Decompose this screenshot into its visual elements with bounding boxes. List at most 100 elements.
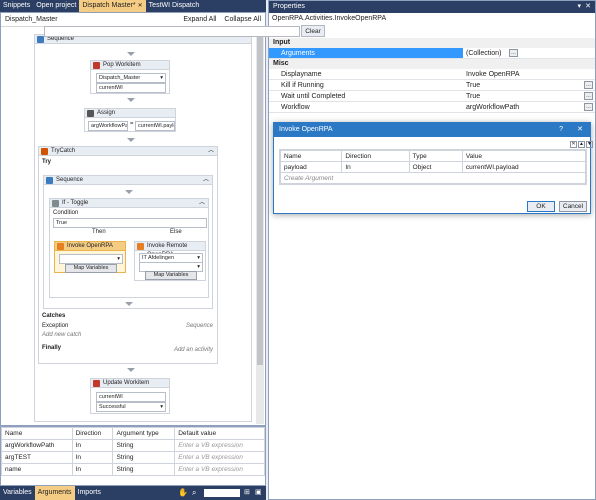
assign-value-input[interactable]: currentWI.payload [135,121,175,131]
assign-to-input[interactable]: argWorkflowPath [88,121,128,131]
inner-sequence-activity[interactable]: Sequence ︿ If - Toggle ︿ Condition True Th… [43,175,213,309]
invoke-openrpa-activity[interactable]: Invoke OpenRPA ▾ Map Variables [54,241,126,273]
tab-variables[interactable]: Variables [0,486,35,500]
property-wait-until-completed[interactable]: Wait until Completed True… [269,91,595,102]
map-variables-button[interactable]: Map Variables [145,271,197,280]
catch-exception[interactable]: Exception [42,323,68,329]
clear-button[interactable]: Clear [301,25,325,37]
drop-arrow-icon[interactable] [127,138,135,142]
drop-arrow-icon[interactable] [127,368,135,372]
ellipsis-button[interactable]: … [584,103,593,111]
invoke-remote-openrpa-activity[interactable]: Invoke Remote OpenRPA IT Afdelingen▾ ▾ M… [134,241,206,281]
close-icon[interactable]: ✕ [577,123,583,137]
workitem-icon [93,380,100,387]
property-workflow[interactable]: Workflow argWorkflowPath… [269,102,595,113]
help-icon[interactable]: ? [559,123,563,137]
zoom-icon[interactable]: ⌕ [192,488,196,498]
catches-label: Catches [42,313,66,319]
condition-label: Condition [53,210,79,216]
col-direction[interactable]: Direction [341,150,410,162]
col-argument-type[interactable]: Argument type [112,427,176,440]
breadcrumb: Dispatch_Master [5,16,58,23]
arguments-panel: Name Direction Argument type Default val… [0,426,266,486]
col-default-value[interactable]: Default value [174,427,265,440]
designer-scrollbar[interactable] [256,27,264,424]
add-catch-link[interactable]: Add new catch [42,332,81,338]
table-row[interactable]: name In String Enter a VB expression [1,463,265,476]
ellipsis-button[interactable]: … [509,49,518,57]
close-icon[interactable]: ✕ [585,1,591,13]
trycatch-activity[interactable]: TryCatch ︿ Try Sequence ︿ If - Toggle ︿ Con… [38,146,218,364]
drop-arrow-icon[interactable] [125,302,133,306]
tab-dispatch-master[interactable]: Dispatch Master* ✕ [79,0,146,12]
chevron-down-icon: ▾ [160,75,163,81]
table-row[interactable]: argTEST In String Enter a VB expression [1,451,265,464]
ok-button[interactable]: OK [527,201,555,212]
properties-title: Properties ▾ ✕ [269,1,595,13]
zoom-select[interactable] [204,489,240,497]
properties-panel: Properties ▾ ✕ OpenRPA.Activities.Invoke… [268,0,596,500]
assign-icon [87,110,94,117]
ellipsis-button[interactable]: … [584,92,593,100]
add-activity-link[interactable]: Add an activity [174,347,213,353]
assign-activity[interactable]: Assign argWorkflowPath = currentWI.paylo… [84,108,176,132]
move-down-icon[interactable]: ▼ [586,141,593,148]
drop-arrow-icon[interactable] [127,52,135,56]
property-search-input[interactable] [44,26,300,37]
status-select[interactable]: Successful ▾ [96,402,166,412]
close-icon[interactable]: ✕ [138,3,143,9]
trycatch-icon [41,148,48,155]
chevron-up-icon[interactable]: ︿ [199,199,205,208]
col-type[interactable]: Type [408,150,463,162]
delete-icon[interactable]: ✕ [570,141,577,148]
fit-icon[interactable]: ⊞ [244,488,250,496]
tab-testwi-dispatch[interactable]: TestWI Dispatch [146,0,203,12]
col-name[interactable]: Name [279,150,343,162]
property-kill-if-running[interactable]: Kill if Running True… [269,80,595,91]
grid-toolbar: ✕ ▲ ▼ [570,141,593,148]
condition-input[interactable]: True [53,218,207,228]
scrollbar-thumb[interactable] [257,35,263,365]
workitem-var-input[interactable]: currentWI [96,392,166,402]
pin-icon[interactable]: ▾ [577,1,581,13]
ellipsis-button[interactable]: … [584,81,593,89]
create-argument-row[interactable]: Create Argument [280,172,586,184]
col-direction[interactable]: Direction [71,427,114,440]
tab-imports[interactable]: Imports [75,486,104,500]
col-name[interactable]: Name [1,427,73,440]
table-row[interactable]: argWorkflowPath In String Enter a VB exp… [1,439,265,452]
property-arguments[interactable]: Arguments (Collection)… [269,48,595,59]
if-activity[interactable]: If - Toggle ︿ Condition True Then Else In… [49,198,209,298]
pan-icon[interactable]: ✋ [178,488,188,497]
designer-header: Dispatch_Master Expand All Collapse All [1,13,265,27]
drop-arrow-icon[interactable] [127,98,135,102]
map-variables-button[interactable]: Map Variables [65,264,117,273]
pop-workitem-activity[interactable]: Pop Workitem Dispatch_Master ▾ currentWI [90,60,170,94]
workflow-select[interactable]: ▾ [59,254,123,264]
drop-arrow-icon[interactable] [125,190,133,194]
chevron-down-icon: ▾ [160,404,163,410]
tab-open-project[interactable]: Open project [33,0,79,12]
queue-select[interactable]: Dispatch_Master ▾ [96,73,166,83]
try-label: Try [42,159,52,165]
chevron-up-icon[interactable]: ︿ [203,176,209,185]
then-label: Then [92,229,106,235]
invoke-openrpa-dialog: Invoke OpenRPA ? ✕ ✕ ▲ ▼ Name Direction … [273,122,593,214]
workitem-var-input[interactable]: currentWI [96,83,166,93]
collapse-all-link[interactable]: Collapse All [224,16,261,23]
col-value[interactable]: Value [461,150,587,162]
overview-icon[interactable]: ▣ [255,488,262,496]
property-displayname[interactable]: Displayname Invoke OpenRPA [269,69,595,80]
move-up-icon[interactable]: ▲ [578,141,585,148]
input-category[interactable]: Input [269,38,595,48]
tab-snippets[interactable]: Snippets [0,0,33,12]
table-row[interactable]: payload In Object currentWI.payload [279,161,587,173]
cancel-button[interactable]: Cancel [559,201,587,212]
misc-category[interactable]: Misc [269,59,595,69]
update-workitem-activity[interactable]: Update Workitem currentWI Successful ▾ [90,378,170,414]
finally-label: Finally [42,345,62,351]
tab-arguments[interactable]: Arguments [34,486,75,500]
expand-all-link[interactable]: Expand All [183,16,216,23]
chevron-up-icon[interactable]: ︿ [208,147,214,156]
assign-operator: = [130,121,134,127]
